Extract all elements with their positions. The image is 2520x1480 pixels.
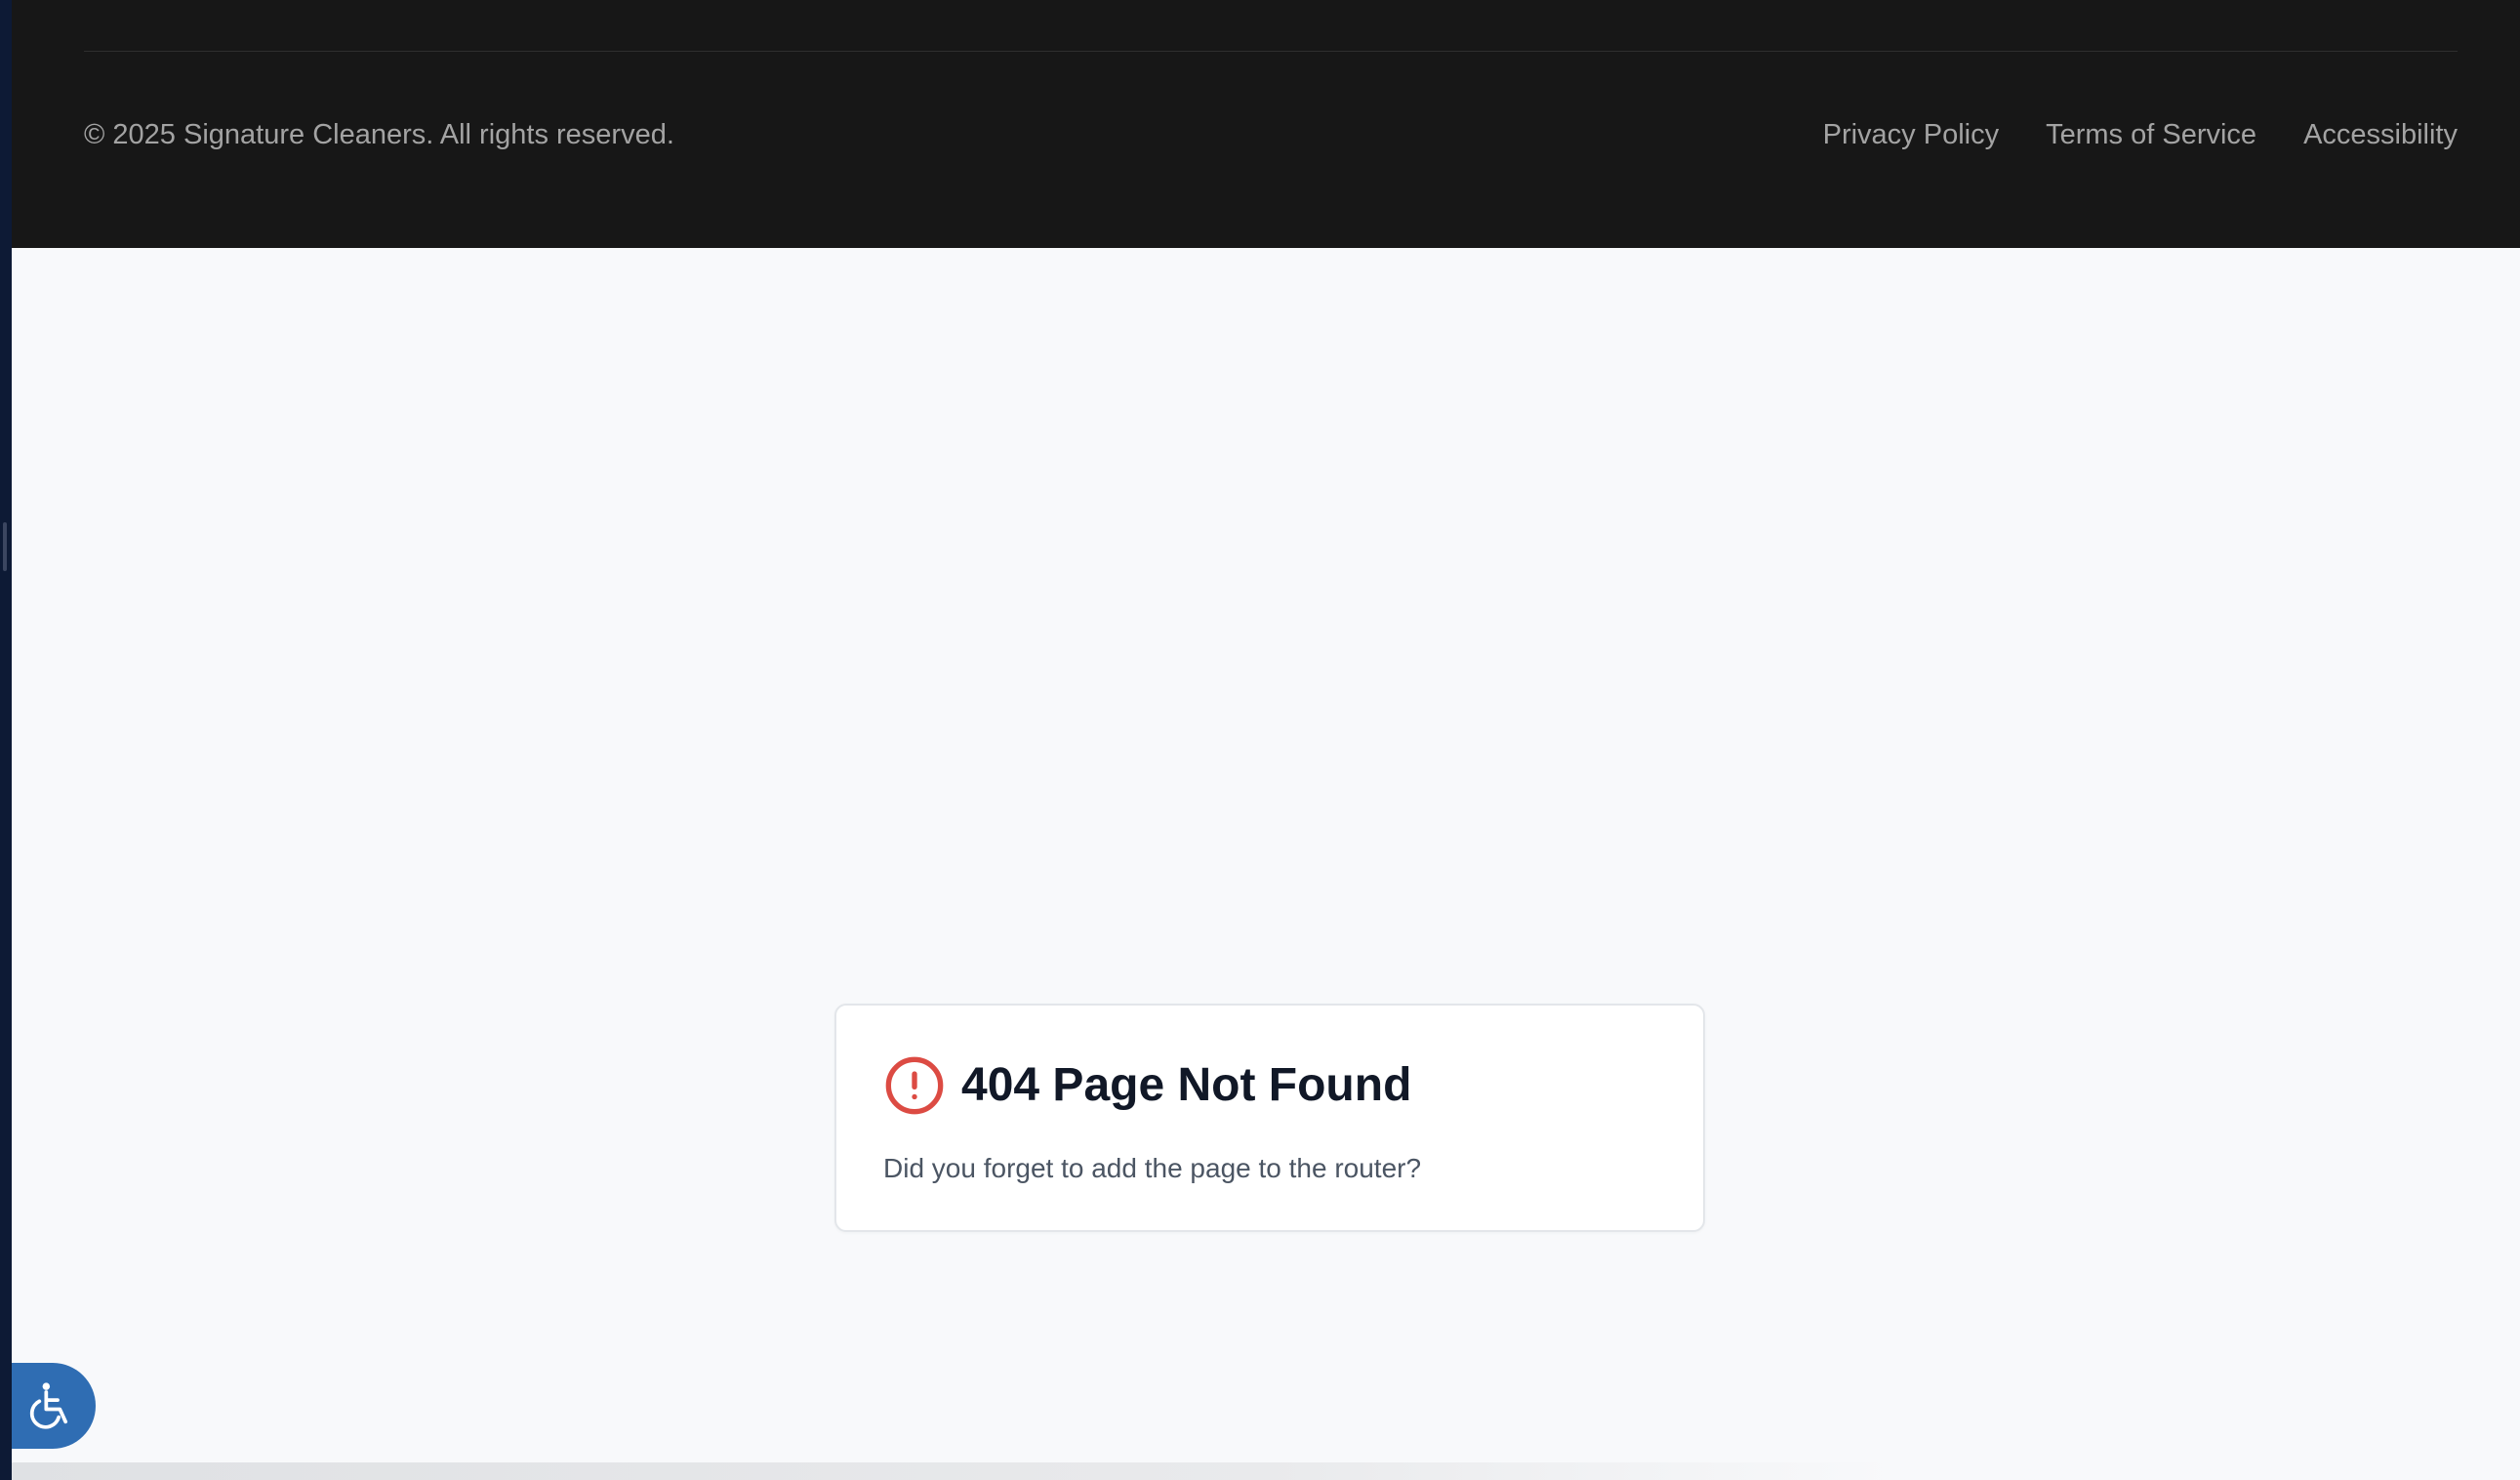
privacy-policy-link[interactable]: Privacy Policy [1823,115,2000,154]
accessibility-widget-button[interactable] [12,1363,96,1449]
window-edge [0,0,12,1480]
resize-handle[interactable] [3,522,7,571]
page-title: 404 Page Not Found [961,1059,1412,1111]
wheelchair-icon [29,1382,68,1429]
accessibility-link[interactable]: Accessibility [2303,115,2458,154]
footer-links: Privacy Policy Terms of Service Accessib… [1823,115,2458,154]
terms-of-service-link[interactable]: Terms of Service [2046,115,2256,154]
page-viewport: © 2025 Signature Cleaners. All rights re… [12,0,2520,1480]
site-footer: © 2025 Signature Cleaners. All rights re… [12,0,2520,248]
not-found-header: 404 Page Not Found [883,1054,1411,1117]
not-found-card: 404 Page Not Found Did you forget to add… [834,1004,1705,1232]
bottom-scroll-shadow [12,1462,2520,1480]
not-found-message: Did you forget to add the page to the ro… [883,1153,1422,1183]
footer-copyright: © 2025 Signature Cleaners. All rights re… [84,119,674,150]
alert-circle-icon [885,1056,944,1115]
footer-divider [84,51,2458,52]
